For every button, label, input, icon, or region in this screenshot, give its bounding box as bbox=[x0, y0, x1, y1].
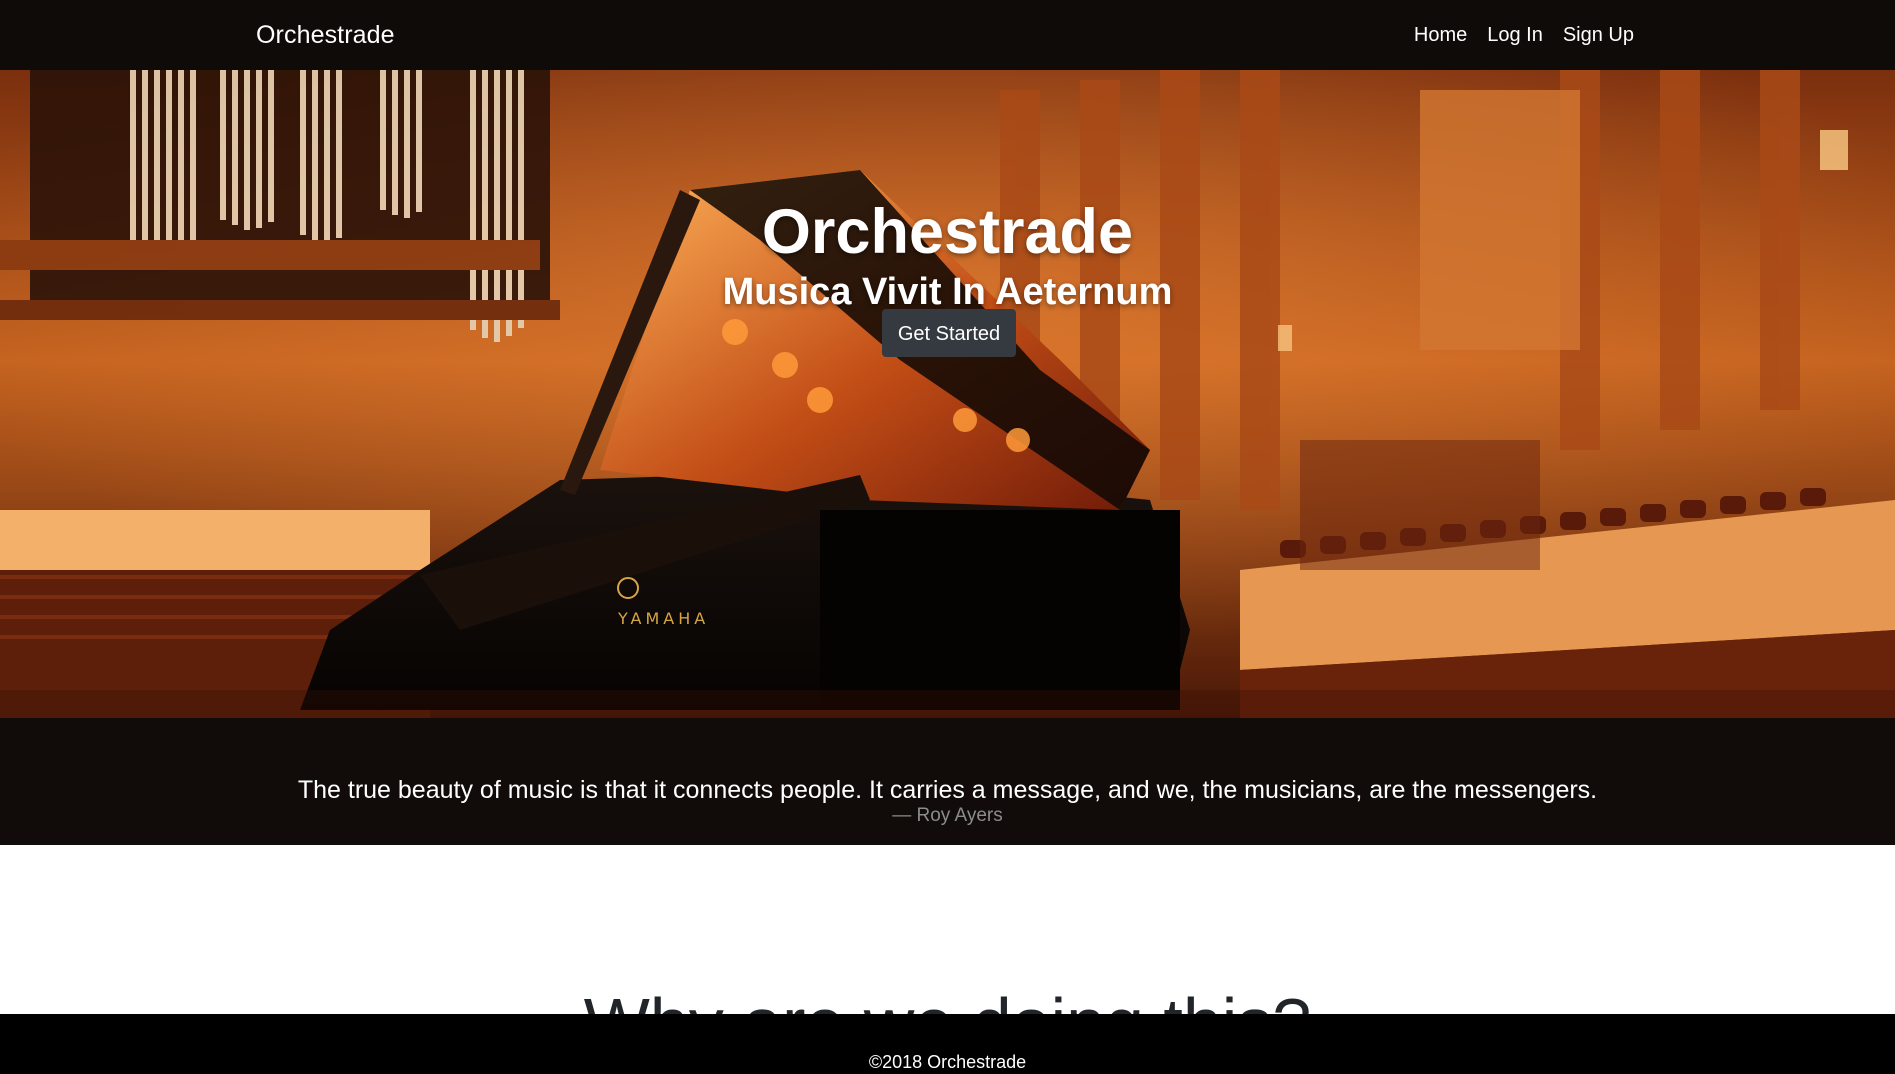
get-started-button[interactable]: Get Started bbox=[882, 309, 1016, 357]
brand-link[interactable]: Orchestrade bbox=[256, 18, 395, 52]
footer-copyright: ©2018 Orchestrade bbox=[868, 1052, 1027, 1072]
concert-hall-grand-piano-image: YAMAHA bbox=[0, 70, 1895, 718]
hero-title: Orchestrade bbox=[761, 197, 1134, 268]
navbar: Orchestrade Home Log In Sign Up bbox=[0, 0, 1895, 70]
quote-author: — Roy Ayers bbox=[892, 805, 1003, 826]
quote-text: The true beauty of music is that it conn… bbox=[297, 776, 1598, 804]
nav-links: Home Log In Sign Up bbox=[1414, 20, 1634, 50]
hero-section: YAMAHA Orchestrade Musica Vivit In Aeter… bbox=[0, 70, 1895, 718]
nav-signup-link[interactable]: Sign Up bbox=[1563, 20, 1634, 50]
nav-home-link[interactable]: Home bbox=[1414, 20, 1467, 50]
nav-login-link[interactable]: Log In bbox=[1487, 20, 1543, 50]
why-section: Why are we doing this? bbox=[0, 845, 1895, 1062]
piano-brand-logo: YAMAHA bbox=[617, 609, 709, 628]
quote-section: The true beauty of music is that it conn… bbox=[0, 718, 1895, 845]
footer: ©2018 Orchestrade bbox=[0, 1014, 1895, 1074]
